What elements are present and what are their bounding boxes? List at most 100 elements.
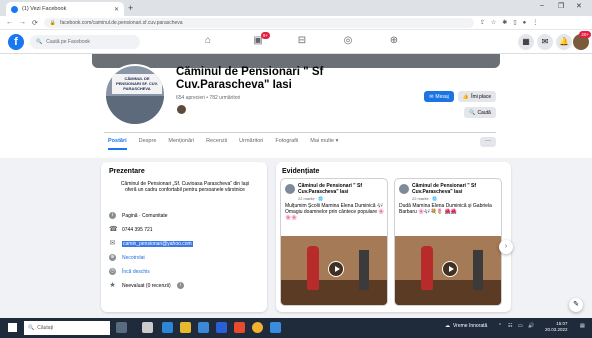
profile-photo-people: [106, 96, 164, 124]
close-window-button[interactable]: ✕: [576, 2, 582, 10]
edge-icon[interactable]: [162, 322, 173, 333]
browser-menu-icon[interactable]: ⋮: [532, 19, 538, 26]
reload-icon[interactable]: ⟳: [32, 19, 38, 27]
highlights-title: Evidențiate: [282, 168, 320, 175]
lock-icon: 🔒: [49, 19, 57, 26]
facebook-search-input[interactable]: 🔍 Caută pe Facebook: [30, 35, 140, 49]
intro-row-email[interactable]: ✉ camin_pensionari@yahoo.com: [109, 240, 193, 247]
photos-icon[interactable]: [270, 322, 281, 333]
system-clock[interactable]: 15:07 20.03.2022: [545, 321, 568, 333]
weather-text: Vreme înnorată: [453, 323, 488, 329]
follower-avatar[interactable]: [177, 105, 186, 114]
browser-profile-icon[interactable]: ●: [523, 20, 527, 26]
tab-more[interactable]: Mai multe ▾: [310, 138, 338, 150]
star-icon: ★: [109, 282, 116, 289]
notifications-bell-icon[interactable]: 🔔: [556, 34, 572, 50]
post-video-thumbnail[interactable]: [395, 236, 501, 305]
info-icon: i: [109, 212, 116, 219]
tab-photos[interactable]: Fotografii: [275, 138, 298, 150]
gaming-icon[interactable]: ⊕: [384, 35, 404, 46]
like-button[interactable]: 👍 Îmi place: [458, 91, 496, 102]
forward-icon[interactable]: →: [19, 19, 26, 26]
home-icon[interactable]: ⌂: [198, 35, 218, 46]
video-person: [359, 250, 369, 290]
tray-arrow-icon[interactable]: ⌃: [498, 323, 502, 329]
bookmark-star-icon[interactable]: ☆: [491, 19, 496, 26]
menu-grid-icon[interactable]: ▦: [518, 34, 534, 50]
tab-reviews[interactable]: Recenzii: [206, 138, 227, 150]
mail-icon: ✉: [109, 240, 116, 247]
task-view-icon[interactable]: [142, 322, 153, 333]
notification-center-icon[interactable]: ▤: [580, 323, 585, 329]
taskbar-thumbnail-icon[interactable]: [116, 322, 127, 333]
header-divider: [104, 132, 496, 133]
intro-row-text[interactable]: camin_pensionari@yahoo.com: [122, 240, 193, 247]
mail-app-icon[interactable]: [216, 322, 227, 333]
store-icon[interactable]: [198, 322, 209, 333]
chrome-icon[interactable]: [252, 322, 263, 333]
url-text: facebook.com/caminul.de.pensionari.sf.cu…: [60, 19, 183, 26]
share-icon[interactable]: ⇪: [480, 19, 485, 26]
volume-icon[interactable]: 🔊: [528, 323, 534, 329]
new-tab-button[interactable]: +: [128, 3, 133, 13]
battery-icon[interactable]: ▭: [518, 323, 523, 329]
intro-row-text[interactable]: Necotrolat: [122, 255, 145, 261]
intro-row-website[interactable]: ⊕ Necotrolat: [109, 254, 145, 261]
tab-followers[interactable]: Urmăritori: [239, 138, 263, 150]
intro-description: Căminul de Pensionari „Sf. Cuvioasa Para…: [120, 181, 250, 193]
next-arrow-icon[interactable]: ›: [499, 240, 513, 254]
phone-icon: ☎: [109, 226, 118, 233]
intro-row-rating: ★ Neevaluat (0 recenzii) i: [109, 282, 184, 289]
user-avatar[interactable]: 20+: [573, 31, 591, 50]
profile-sign-text: CĂMINUL DE PENSIONARI SF. CUV. PARASCHEV…: [112, 74, 162, 94]
play-icon[interactable]: [442, 261, 458, 277]
page-search-button[interactable]: 🔍 Caută: [464, 107, 496, 118]
marketplace-icon[interactable]: ⊟: [292, 35, 312, 46]
groups-icon[interactable]: ◎: [338, 35, 358, 46]
info-icon[interactable]: i: [176, 282, 184, 289]
post-date[interactable]: 22 martie · 🌐: [412, 196, 437, 201]
weather-widget[interactable]: ☁ Vreme înnorată: [445, 323, 487, 329]
post-author-name[interactable]: Căminul de Pensionari " Sf Cuv.Paraschev…: [412, 183, 500, 195]
search-icon: 🔍: [469, 109, 476, 116]
post-date[interactable]: 22 martie · 🌐: [298, 196, 323, 201]
video-icon[interactable]: ▣ 9+: [248, 32, 270, 46]
message-button[interactable]: ✉ Mesaj: [424, 91, 454, 102]
intro-row-text[interactable]: Încă deschis: [122, 269, 150, 275]
tab-posts[interactable]: Postări: [108, 138, 127, 150]
intro-row-hours[interactable]: ◷ Încă deschis: [109, 268, 150, 275]
highlight-post[interactable]: Căminul de Pensionari " Sf Cuv.Paraschev…: [280, 178, 388, 306]
intro-row-text: Neevaluat (0 recenzii): [122, 282, 171, 289]
network-icon[interactable]: ☷: [508, 323, 512, 329]
compose-message-icon[interactable]: ✎: [569, 298, 583, 312]
post-author-avatar[interactable]: [285, 184, 295, 194]
page-profile-picture[interactable]: CĂMINUL DE PENSIONARI SF. CUV. PARASCHEV…: [104, 64, 166, 126]
sidebar-icon[interactable]: ▯: [513, 19, 516, 26]
page-likes-followers[interactable]: 654 aprecieri • 782 urmăritori: [176, 95, 240, 101]
post-video-thumbnail[interactable]: [281, 236, 387, 305]
post-author-name[interactable]: Căminul de Pensionari " Sf Cuv.Paraschev…: [298, 183, 386, 195]
extensions-icon[interactable]: ✱: [502, 19, 507, 26]
messenger-icon[interactable]: ✉: [537, 34, 553, 50]
more-options-button[interactable]: ···: [480, 137, 496, 147]
windows-start-icon[interactable]: [8, 323, 17, 332]
minimize-button[interactable]: –: [540, 2, 544, 9]
intro-title: Prezentare: [109, 168, 145, 175]
facebook-logo-icon[interactable]: f: [8, 34, 24, 50]
browser-tab[interactable]: (1) Vezi Facebook ✕: [6, 2, 124, 16]
maximize-button[interactable]: ❐: [558, 2, 564, 10]
office-icon[interactable]: [234, 322, 245, 333]
search-icon: 🔍: [28, 325, 35, 331]
file-explorer-icon[interactable]: [180, 322, 191, 333]
taskbar-search-input[interactable]: 🔍 Căutați: [24, 321, 110, 335]
post-author-avatar[interactable]: [399, 184, 409, 194]
tab-mentions[interactable]: Menționări: [168, 138, 194, 150]
close-tab-icon[interactable]: ✕: [114, 6, 119, 13]
back-icon[interactable]: ←: [6, 19, 13, 26]
tab-about[interactable]: Despre: [139, 138, 157, 150]
play-icon[interactable]: [328, 261, 344, 277]
notification-badge: 9+: [260, 32, 270, 39]
profile-badge: 20+: [579, 31, 591, 38]
url-field[interactable]: 🔒 facebook.com/caminul.de.pensionari.sf.…: [43, 17, 474, 28]
highlight-post[interactable]: Căminul de Pensionari " Sf Cuv.Paraschev…: [394, 178, 502, 306]
